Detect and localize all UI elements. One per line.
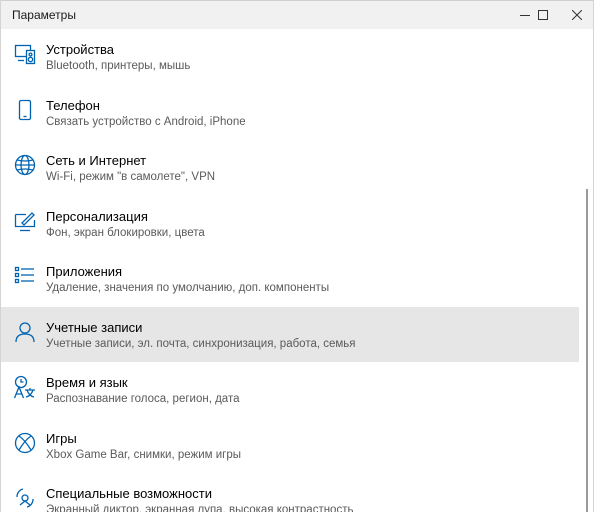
settings-item-personalization[interactable]: Персонализация Фон, экран блокировки, цв… <box>1 196 579 252</box>
close-button[interactable] <box>559 1 593 29</box>
time-language-icon <box>12 374 38 400</box>
settings-item-apps[interactable]: Приложения Удаление, значения по умолчан… <box>1 251 579 307</box>
settings-item-gaming[interactable]: Игры Xbox Game Bar, снимки, режим игры <box>1 418 579 474</box>
globe-icon <box>12 152 38 178</box>
item-label: Персонализация <box>46 208 148 224</box>
item-description: Связать устройство с Android, iPhone <box>46 115 246 128</box>
settings-item-devices[interactable]: Устройства Bluetooth, принтеры, мышь <box>1 29 579 85</box>
item-description: Bluetooth, принтеры, мышь <box>46 60 191 72</box>
item-label: Сеть и Интернет <box>46 153 147 168</box>
item-label: Игры <box>46 430 77 446</box>
item-label: Специальные возможности <box>46 486 212 501</box>
item-label: Телефон <box>46 97 100 113</box>
title-bar: Параметры <box>1 0 593 29</box>
apps-icon <box>12 263 38 289</box>
item-description: Xbox Game Bar, снимки, режим игры <box>46 448 242 461</box>
item-description: Удаление, значения по умолчанию, доп. ко… <box>46 282 330 294</box>
settings-item-phone[interactable]: Телефон Связать устройство с Android, iP… <box>1 85 579 141</box>
settings-window: Параметры Устройства Bluetooth, принтеры… <box>0 0 594 512</box>
settings-item-ease-of-access[interactable]: Специальные возможности Экранный диктор,… <box>1 473 579 512</box>
settings-item-network[interactable]: Сеть и Интернет Wi-Fi, режим "в самолете… <box>1 140 579 196</box>
phone-icon <box>12 97 38 123</box>
maximize-icon <box>538 10 548 20</box>
maximize-button[interactable] <box>525 1 561 29</box>
item-description: Экранный диктор, экранная лупа, высокая … <box>46 504 354 512</box>
ease-of-access-icon <box>12 485 38 511</box>
item-description: Распознавание голоса, регион, дата <box>46 393 240 405</box>
item-label: Учетные записи <box>46 319 143 335</box>
vertical-scrollbar[interactable] <box>577 29 593 512</box>
scrollbar-thumb[interactable] <box>586 189 588 512</box>
devices-icon <box>12 41 38 67</box>
xbox-icon <box>12 430 38 456</box>
person-icon <box>12 319 38 345</box>
close-icon <box>572 10 582 20</box>
item-description: Wi-Fi, режим "в самолете", VPN <box>46 171 216 183</box>
item-label: Приложения <box>46 264 123 279</box>
settings-item-accounts[interactable]: Учетные записи Учетные записи, эл. почта… <box>1 306 579 362</box>
item-label: Устройства <box>46 42 115 57</box>
item-description: Учетные записи, эл. почта, синхронизация… <box>46 337 356 350</box>
settings-item-time-language[interactable]: Время и язык Распознавание голоса, регио… <box>1 362 579 418</box>
personalization-icon <box>12 208 38 234</box>
item-label: Время и язык <box>46 375 128 390</box>
window-title: Параметры <box>12 8 76 22</box>
item-description: Фон, экран блокировки, цвета <box>46 226 205 239</box>
settings-category-list: Устройства Bluetooth, принтеры, мышь Тел… <box>1 29 579 512</box>
